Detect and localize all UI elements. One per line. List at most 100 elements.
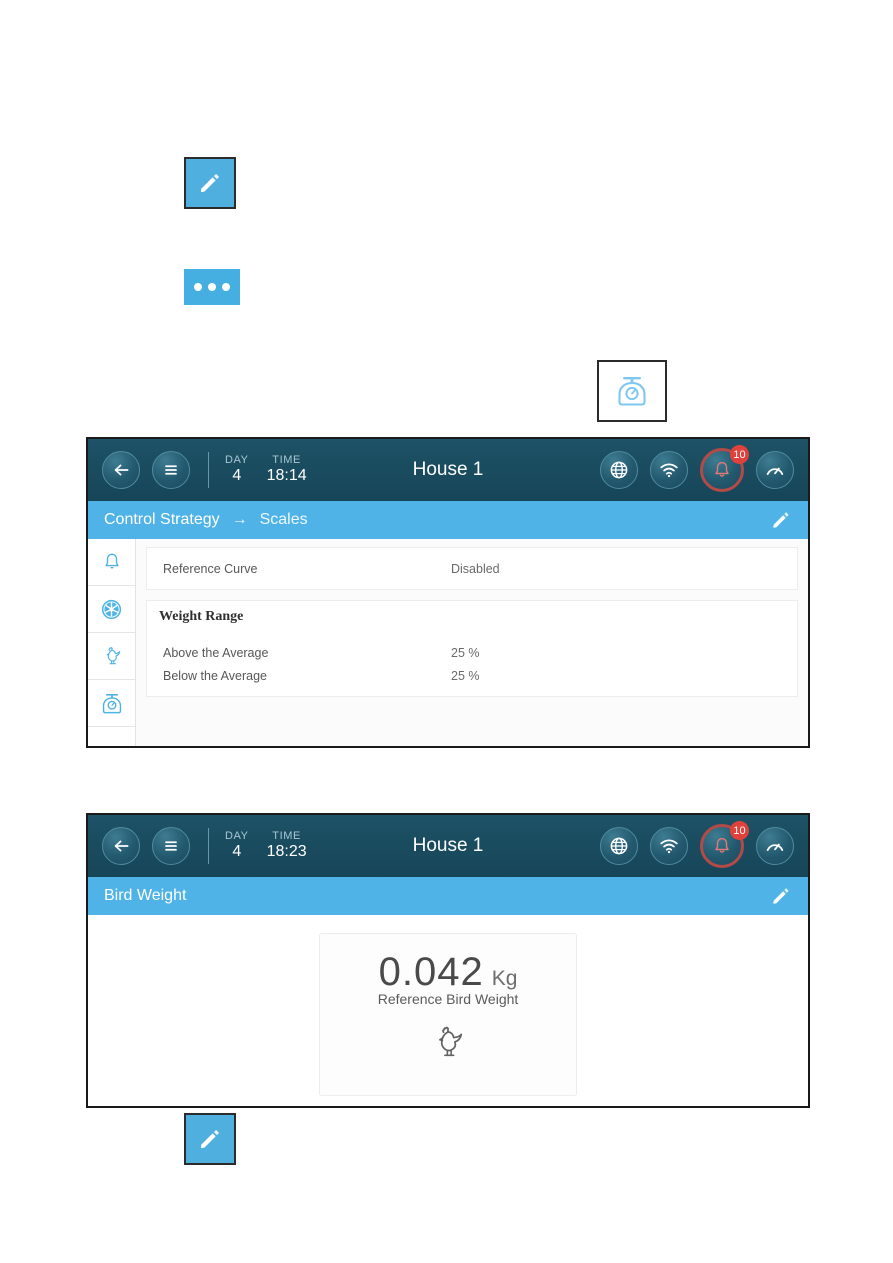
weight-value: 0.042: [378, 950, 484, 994]
device-panel-scales: DAY 4 TIME 18:14 House 1 10 Control Stra…: [86, 437, 810, 748]
sidebar-item-scales[interactable]: [88, 680, 135, 727]
row-value: 25 %: [451, 645, 480, 660]
back-button[interactable]: [102, 827, 140, 865]
bell-icon: [715, 837, 729, 853]
back-button[interactable]: [102, 451, 140, 489]
arrow-left-icon: [114, 840, 129, 852]
row-label: Above the Average: [163, 645, 269, 660]
breadcrumb-current: Scales: [259, 511, 308, 528]
day-time-group: DAY 4 TIME 18:14: [225, 454, 307, 485]
wifi-button[interactable]: [650, 451, 688, 489]
day-value: 4: [232, 843, 242, 861]
time-label: TIME: [272, 454, 301, 467]
page-root: DAY 4 TIME 18:14 House 1 10 Control Stra…: [0, 0, 893, 1263]
network-button[interactable]: [600, 451, 638, 489]
menu-button[interactable]: [152, 827, 190, 865]
table-row[interactable]: Below the Average 25 %: [147, 664, 797, 687]
bell-icon: [104, 553, 119, 569]
rooster-icon: [438, 1026, 463, 1057]
panel2-topbar: DAY 4 TIME 18:23 House 1 10: [88, 815, 808, 877]
day-value: 4: [232, 467, 242, 485]
sidebar-item-birds[interactable]: [88, 633, 135, 680]
kitchen-scale-icon: [618, 377, 646, 406]
gauge-icon: [766, 467, 784, 475]
panel1-breadcrumb-bar: Control Strategy → Scales: [88, 501, 808, 539]
pencil-icon: [773, 512, 789, 528]
row-label: Below the Average: [163, 668, 268, 683]
edit-pencil-button-bottom[interactable]: [184, 1113, 236, 1165]
more-options-button[interactable]: [184, 269, 240, 305]
topbar-divider: [208, 452, 209, 488]
ellipsis-dot: [222, 283, 230, 291]
pencil-icon: [200, 173, 220, 193]
topbar-status-icons: 10: [600, 445, 794, 492]
globe-icon: [610, 461, 628, 479]
wifi-icon: [660, 463, 678, 478]
weight-card-icon-wrap: [429, 1023, 467, 1066]
panel1-topbar: DAY 4 TIME 18:14 House 1 10: [88, 439, 808, 501]
pencil-icon: [200, 1129, 220, 1149]
edit-bird-weight-button[interactable]: [770, 885, 792, 907]
row-label: Reference Curve: [163, 561, 258, 576]
table-row[interactable]: Reference Curve Disabled: [147, 557, 797, 580]
rooster-icon: [106, 647, 120, 665]
panel2-title-bar: Bird Weight: [88, 877, 808, 915]
wifi-button[interactable]: [650, 827, 688, 865]
menu-button[interactable]: [152, 451, 190, 489]
reference-bird-weight-card[interactable]: 0.042 Kg Reference Bird Weight: [319, 933, 577, 1096]
topbar-divider: [208, 828, 209, 864]
device-panel-bird-weight: DAY 4 TIME 18:23 House 1 10 Bird Weight …: [86, 813, 810, 1108]
bird-weight-stage: 0.042 Kg Reference Bird Weight: [88, 915, 808, 1106]
arrow-left-icon: [114, 464, 129, 476]
network-button[interactable]: [600, 827, 638, 865]
scales-menu-button[interactable]: [597, 360, 667, 422]
hamburger-menu-icon: [165, 841, 177, 851]
topbar-status-icons: 10: [600, 821, 794, 868]
gauge-icon: [766, 843, 784, 851]
panel1-sidebar: [88, 539, 136, 746]
breadcrumb-parent[interactable]: Control Strategy: [104, 511, 220, 529]
sidebar-item-alarms[interactable]: [88, 539, 135, 586]
breadcrumb-arrow: →: [231, 511, 248, 528]
kitchen-scale-icon: [102, 693, 121, 713]
time-value: 18:14: [266, 467, 307, 485]
pencil-icon: [773, 888, 789, 904]
panel1-body: Reference Curve Disabled Weight Range Ab…: [88, 539, 808, 746]
alarm-button[interactable]: 10: [700, 445, 749, 492]
row-value: 25 %: [451, 668, 480, 683]
day-block: DAY 4: [225, 830, 249, 861]
table-row[interactable]: Above the Average 25 %: [147, 641, 797, 664]
ellipsis-dot: [194, 283, 202, 291]
panel1-content: Reference Curve Disabled Weight Range Ab…: [136, 539, 808, 746]
bell-icon: [715, 461, 729, 477]
section-title-weight-range: Weight Range: [146, 600, 798, 632]
sidebar-item-ventilation[interactable]: [88, 586, 135, 633]
weight-range-block: Above the Average 25 % Below the Average…: [146, 632, 798, 697]
day-block: DAY 4: [225, 454, 249, 485]
alarm-count-badge: 10: [730, 445, 749, 464]
reference-curve-block: Reference Curve Disabled: [146, 547, 798, 590]
edit-breadcrumb-button[interactable]: [770, 509, 792, 531]
weight-readout: 0.042 Kg: [379, 950, 518, 995]
ellipsis-dot: [208, 283, 216, 291]
alarm-button[interactable]: 10: [700, 821, 749, 868]
time-label: TIME: [272, 830, 301, 843]
fan-icon: [101, 599, 122, 619]
day-label: DAY: [225, 454, 249, 467]
time-block: TIME 18:14: [267, 454, 307, 485]
page-title: Bird Weight: [104, 887, 187, 904]
time-value: 18:23: [266, 843, 307, 861]
globe-icon: [610, 837, 628, 855]
hamburger-menu-icon: [165, 465, 177, 475]
weight-unit: Kg: [491, 967, 518, 990]
alarm-count-badge: 10: [730, 821, 749, 840]
time-block: TIME 18:23: [267, 830, 307, 861]
row-value: Disabled: [451, 561, 500, 576]
wifi-icon: [660, 839, 678, 854]
day-label: DAY: [225, 830, 249, 843]
gauge-button[interactable]: [756, 827, 794, 865]
edit-pencil-button-top[interactable]: [184, 157, 236, 209]
gauge-button[interactable]: [756, 451, 794, 489]
day-time-group: DAY 4 TIME 18:23: [225, 830, 307, 861]
